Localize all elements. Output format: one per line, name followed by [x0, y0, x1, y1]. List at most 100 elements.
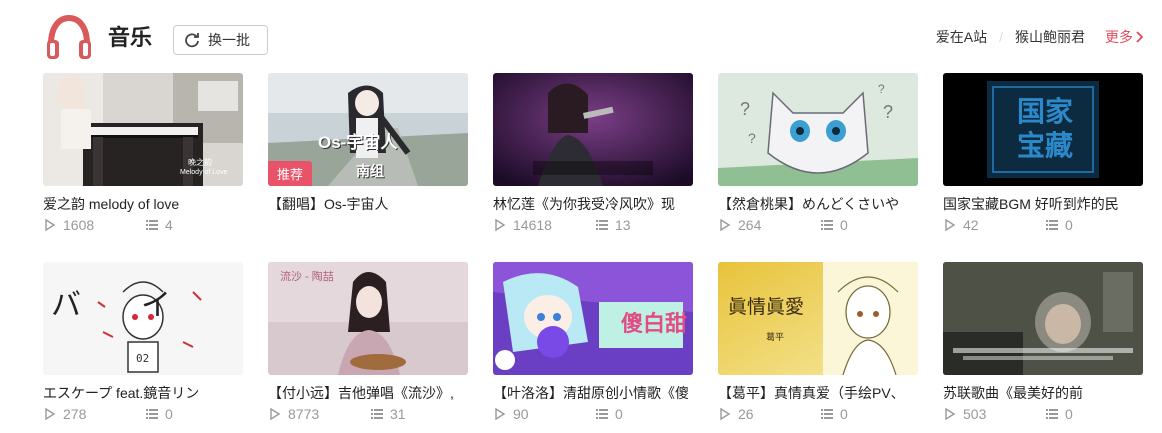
- svg-text:?: ?: [878, 82, 885, 96]
- video-stats: 1608 4: [43, 215, 243, 235]
- play-count: 503: [943, 406, 1045, 422]
- video-thumbnail[interactable]: 眞情眞愛 葛平: [718, 262, 918, 375]
- link-aizaiazhan[interactable]: 爱在A站: [936, 27, 987, 47]
- thumb-caption: 晚之韵: [188, 158, 212, 167]
- comment-count-value: 0: [615, 406, 623, 422]
- video-title[interactable]: エスケープ feat.鏡音リン: [43, 383, 243, 403]
- comment-count: 0: [820, 406, 848, 422]
- comment-count: 4: [145, 217, 173, 233]
- play-count: 14618: [493, 217, 595, 233]
- comment-count-value: 0: [1065, 406, 1073, 422]
- video-stats: 14618 13: [493, 215, 693, 235]
- video-card[interactable]: Os-宇宙人 南组 推荐 【翻唱】Os-宇宙人: [268, 73, 468, 238]
- refresh-label: 换一批: [208, 32, 250, 48]
- video-title[interactable]: 爱之韵 melody of love: [43, 194, 243, 214]
- video-stats: 503 0: [943, 404, 1143, 424]
- thumb-caption: 眞情眞愛: [728, 297, 805, 318]
- comment-count: 0: [595, 406, 623, 422]
- list-icon: [821, 409, 833, 419]
- video-thumbnail[interactable]: 晚之韵 Melody of Love: [43, 73, 243, 186]
- video-thumbnail[interactable]: 国家宝藏: [943, 73, 1143, 186]
- list-icon: [1046, 220, 1058, 230]
- play-icon: [270, 407, 281, 421]
- refresh-button[interactable]: 换一批: [173, 25, 268, 55]
- svg-text:?: ?: [883, 102, 893, 122]
- more-link[interactable]: 更多: [1105, 27, 1144, 47]
- video-title[interactable]: 【叶洛洛】清甜原创小情歌《傻: [493, 383, 693, 403]
- video-card[interactable]: 傻白甜 【叶洛洛】清甜原创小情歌《傻 90 0: [493, 262, 693, 427]
- video-card[interactable]: 02 バイ バイ エスケープ feat.鏡音リン 278 0: [43, 262, 243, 427]
- list-icon: [1046, 409, 1058, 419]
- video-stats: 90 0: [493, 404, 693, 424]
- header-links: 爱在A站 / 猴山鲍丽君 更多: [936, 26, 1144, 48]
- recommend-badge: 推荐: [268, 161, 313, 186]
- comment-count: 0: [1045, 406, 1073, 422]
- play-count: 90: [493, 406, 595, 422]
- video-thumbnail[interactable]: 02 バイ バイ: [43, 262, 243, 375]
- svg-text:02: 02: [136, 352, 149, 365]
- list-icon: [821, 220, 833, 230]
- section-header: 音乐 换一批 爱在A站 / 猴山鲍丽君 更多: [0, 0, 1162, 70]
- video-title[interactable]: 【葛平】真情真爱（手绘PV、: [718, 383, 918, 403]
- thumb-caption: 傻白甜: [621, 311, 688, 336]
- video-title[interactable]: 【然倉桃果】めんどくさいや: [718, 194, 918, 214]
- svg-text:?: ?: [740, 99, 750, 119]
- video-card[interactable]: 国家宝藏 国家宝藏BGM 好听到炸的民 42 0: [943, 73, 1143, 238]
- play-icon: [720, 407, 731, 421]
- video-title[interactable]: 【翻唱】Os-宇宙人: [268, 194, 468, 214]
- video-title[interactable]: 苏联歌曲《最美好的前: [943, 383, 1143, 403]
- video-stats: [268, 215, 468, 235]
- play-count-value: 14618: [513, 217, 552, 233]
- play-icon: [945, 407, 956, 421]
- video-thumbnail[interactable]: [943, 262, 1143, 375]
- refresh-icon: [184, 32, 200, 48]
- play-icon: [495, 407, 506, 421]
- list-icon: [596, 220, 608, 230]
- play-icon: [720, 218, 731, 232]
- play-count-value: 42: [963, 217, 979, 233]
- video-title[interactable]: 林忆莲《为你我受冷风吹》现: [493, 194, 693, 214]
- comment-count: 0: [1045, 217, 1073, 233]
- video-card[interactable]: ? ? ? ? 【然倉桃果】めんどくさいや 264 0: [718, 73, 918, 238]
- video-card[interactable]: 眞情眞愛 葛平 【葛平】真情真爱（手绘PV、 26 0: [718, 262, 918, 427]
- comment-count-value: 0: [1065, 217, 1073, 233]
- video-card[interactable]: 苏联歌曲《最美好的前 503 0: [943, 262, 1143, 427]
- video-stats: 42 0: [943, 215, 1143, 235]
- video-stats: 278 0: [43, 404, 243, 424]
- divider: /: [999, 29, 1003, 45]
- video-thumbnail[interactable]: 流沙 - 陶喆: [268, 262, 468, 375]
- section-title: 音乐: [108, 25, 153, 50]
- thumb-subcaption: 南组: [356, 163, 384, 179]
- video-card[interactable]: 晚之韵 Melody of Love 爱之韵 melody of love 16…: [43, 73, 243, 238]
- thumb-caption: 国家宝藏: [1016, 96, 1073, 161]
- play-icon: [45, 407, 56, 421]
- video-card[interactable]: 林忆莲《为你我受冷风吹》现 14618 13: [493, 73, 693, 238]
- video-title[interactable]: 国家宝藏BGM 好听到炸的民: [943, 194, 1143, 214]
- comment-count-value: 0: [840, 217, 848, 233]
- video-thumbnail[interactable]: Os-宇宙人 南组 推荐: [268, 73, 468, 186]
- play-count: 1608: [43, 217, 145, 233]
- video-thumbnail[interactable]: 傻白甜: [493, 262, 693, 375]
- comment-count-value: 4: [165, 217, 173, 233]
- thumb-caption: バイ バイ: [51, 289, 243, 322]
- video-thumbnail[interactable]: ? ? ? ?: [718, 73, 918, 186]
- video-thumbnail[interactable]: [493, 73, 693, 186]
- play-count: 26: [718, 406, 820, 422]
- video-stats: 8773 31: [268, 404, 468, 424]
- thumb-caption: Os-宇宙人: [318, 133, 398, 152]
- list-icon: [146, 220, 158, 230]
- more-label: 更多: [1105, 29, 1133, 45]
- video-title[interactable]: 【付小远】吉他弹唱《流沙》,: [268, 383, 468, 403]
- comment-count: 31: [370, 406, 406, 422]
- headphones-icon: [44, 14, 94, 62]
- link-houshan[interactable]: 猴山鲍丽君: [1015, 27, 1085, 47]
- comment-count-value: 13: [615, 217, 631, 233]
- play-count-value: 264: [738, 217, 762, 233]
- list-icon: [371, 409, 383, 419]
- play-count-value: 26: [738, 406, 754, 422]
- play-icon: [45, 218, 56, 232]
- play-count-value: 1608: [63, 217, 95, 233]
- play-count: 278: [43, 406, 145, 422]
- video-card[interactable]: 流沙 - 陶喆 【付小远】吉他弹唱《流沙》, 8773 31: [268, 262, 468, 427]
- comment-count: 13: [595, 217, 631, 233]
